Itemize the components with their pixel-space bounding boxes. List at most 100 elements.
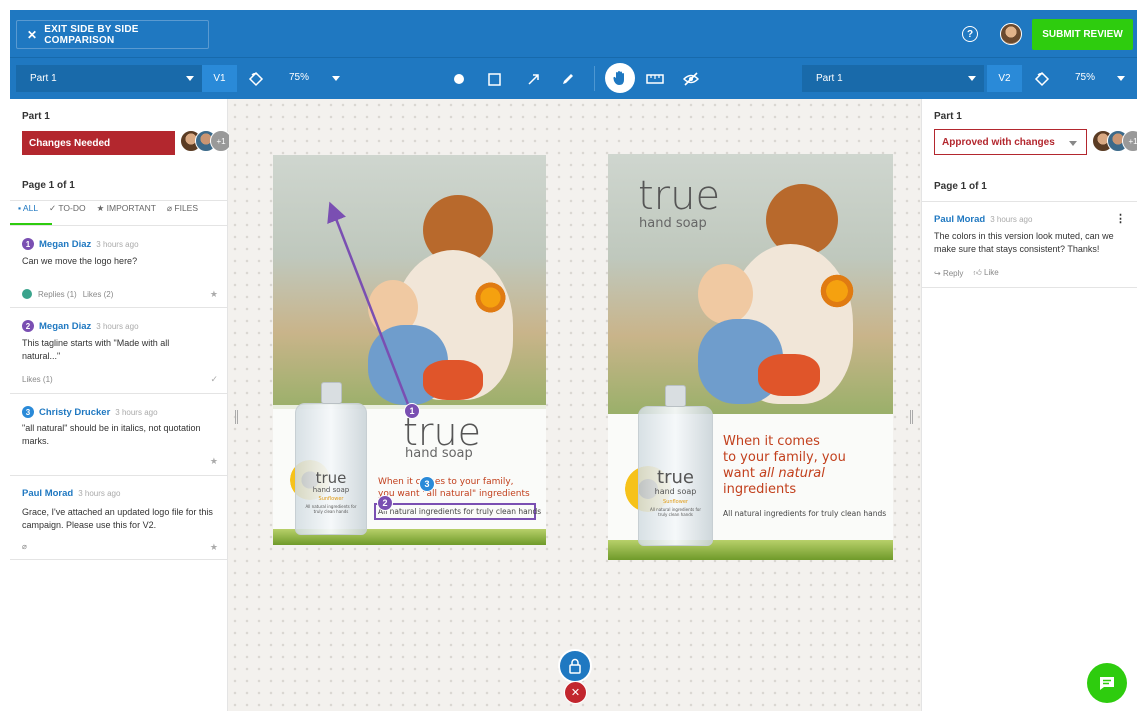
comment-time: 3 hours ago	[78, 489, 121, 498]
ad-logo: true	[638, 173, 721, 219]
likes-link[interactable]: Likes (2)	[83, 290, 114, 299]
tab-important[interactable]: ★ IMPORTANT	[97, 203, 156, 214]
reply-icon: ↪	[934, 268, 941, 278]
comment-footer: Replies (1) Likes (2)	[22, 289, 113, 299]
tab-all[interactable]: ▪ ALL	[18, 203, 38, 214]
hide-annotations-icon[interactable]	[680, 68, 702, 90]
ad-logo-sub: hand soap	[639, 216, 707, 231]
comment-text: Can we move the logo here?	[22, 256, 138, 266]
top-bar: ✕ EXIT SIDE BY SIDE COMPARISON ? SUBMIT …	[10, 10, 1137, 58]
comment-card[interactable]: Paul Morad 3 hours ago Grace, I've attac…	[10, 476, 228, 560]
status-select[interactable]: Approved with changes	[934, 129, 1087, 155]
paperclip-icon[interactable]: ⌀	[22, 542, 27, 551]
check-icon: ✓	[49, 203, 57, 213]
status-badge[interactable]: Changes Needed	[22, 131, 175, 155]
comment-header: 3 Christy Drucker 3 hours ago	[22, 406, 158, 418]
annotation-pin-3[interactable]: 3	[419, 476, 435, 492]
likes-link[interactable]: Likes (1)	[22, 375, 53, 384]
comment-card[interactable]: 2 Megan Diaz 3 hours ago This tagline st…	[10, 308, 228, 394]
ad-tagline-want: want	[723, 466, 760, 481]
left-version-badge[interactable]: V1	[202, 65, 237, 92]
comment-author[interactable]: Christy Drucker	[39, 407, 110, 418]
user-avatar[interactable]	[1000, 23, 1022, 45]
check-icon[interactable]: ✓	[210, 374, 218, 385]
comment-number: 2	[22, 320, 34, 332]
right-part-title: Part 1	[934, 111, 962, 122]
rotate-icon[interactable]	[245, 68, 267, 90]
comment-author[interactable]: Paul Morad	[22, 488, 73, 499]
circle-tool-icon[interactable]	[448, 68, 470, 90]
divider	[10, 200, 228, 201]
comment-author[interactable]: Paul Morad	[934, 214, 985, 225]
chevron-down-icon	[1069, 141, 1077, 146]
annotation-pin-1[interactable]: 1	[404, 403, 420, 419]
comment-author[interactable]: Megan Diaz	[39, 239, 91, 250]
rotate-icon[interactable]	[1031, 68, 1053, 90]
left-zoom-value[interactable]: 75%	[289, 72, 309, 83]
reviewer-avatars[interactable]: +1	[1092, 130, 1137, 152]
soap-pump	[664, 385, 687, 407]
left-part-title: Part 1	[22, 111, 50, 122]
right-part-select-value: Part 1	[816, 73, 843, 84]
hand-tool-icon[interactable]	[605, 63, 635, 93]
comment-text: "all natural" should be in italics, not …	[22, 423, 201, 446]
chat-button[interactable]	[1087, 663, 1127, 703]
comment-footer: ↪ Reply 👍︎ Like	[934, 268, 999, 278]
right-part-select[interactable]: Part 1	[802, 65, 984, 92]
reply-label: Reply	[942, 268, 964, 278]
right-zoom-chevron-icon[interactable]	[1117, 76, 1125, 81]
ruler-icon[interactable]	[644, 68, 666, 90]
comment-footer: Likes (1)	[22, 375, 53, 384]
comment-header: 1 Megan Diaz 3 hours ago	[22, 238, 139, 250]
comment-card[interactable]: 1 Megan Diaz 3 hours ago Can we move the…	[10, 226, 228, 308]
ad-photo-gloves	[758, 354, 820, 396]
close-button[interactable]: ✕	[564, 681, 587, 704]
more-options-icon[interactable]: ⋮	[1115, 212, 1126, 225]
comment-time: 3 hours ago	[115, 407, 158, 417]
annotation-pin-2[interactable]: 2	[377, 495, 393, 511]
exit-comparison-button[interactable]: ✕ EXIT SIDE BY SIDE COMPARISON	[16, 20, 209, 49]
comment-author[interactable]: Megan Diaz	[39, 321, 91, 332]
ad-photo-child	[698, 264, 753, 324]
ad-tagline-line4: ingredients	[723, 482, 797, 497]
thumbs-up-icon: 👍︎	[973, 268, 982, 277]
more-reviewers-badge: +1	[1122, 130, 1137, 152]
comment-header: Paul Morad 3 hours ago	[22, 488, 120, 499]
submit-review-button[interactable]: SUBMIT REVIEW	[1032, 19, 1133, 50]
left-part-select[interactable]: Part 1	[16, 65, 202, 92]
comment-card[interactable]: 3 Christy Drucker 3 hours ago "all natur…	[10, 394, 228, 476]
left-part-select-value: Part 1	[30, 73, 57, 84]
comment-text: This tagline starts with "Made with all …	[22, 338, 170, 361]
arrow-tool-icon[interactable]	[522, 68, 544, 90]
star-icon[interactable]: ★	[210, 289, 218, 300]
lock-sync-button[interactable]	[558, 649, 592, 683]
comparison-toolbar: Part 1 V1 75% Part 1 V2 75%	[10, 58, 1137, 99]
star-icon[interactable]: ★	[210, 542, 218, 553]
proof-v2[interactable]: true hand soap true hand soap Sunflower …	[608, 154, 893, 560]
comment-header: Paul Morad 3 hours ago	[934, 214, 1032, 225]
right-comment-panel: Part 1 Approved with changes +1 Page 1 o…	[921, 99, 1137, 711]
reviewer-avatars[interactable]: +1	[180, 130, 232, 152]
soap-bottle: true hand soap Sunflower All natural ing…	[638, 385, 713, 546]
comment-card[interactable]: Paul Morad 3 hours ago ⋮ The colors in t…	[922, 202, 1137, 288]
left-comment-panel: Part 1 Changes Needed +1 Page 1 of 1 ▪ A…	[10, 99, 232, 711]
comment-header: 2 Megan Diaz 3 hours ago	[22, 320, 139, 332]
comparison-canvas[interactable]: true hand soap Sunflower All natural ing…	[229, 99, 920, 711]
star-icon[interactable]: ★	[210, 456, 218, 467]
right-version-badge[interactable]: V2	[987, 65, 1022, 92]
replies-link[interactable]: Replies (1)	[38, 290, 77, 299]
annotation-arrow-line[interactable]	[327, 201, 413, 413]
reply-link[interactable]: ↪ Reply	[934, 269, 963, 278]
help-icon[interactable]: ?	[962, 26, 978, 42]
tab-files[interactable]: ⌀ FILES	[167, 203, 198, 214]
pencil-tool-icon[interactable]	[557, 68, 579, 90]
bottle-variant: Sunflower	[663, 499, 688, 505]
tab-all-label: ALL	[22, 203, 39, 213]
tab-todo[interactable]: ✓ TO-DO	[49, 203, 86, 214]
comment-time: 3 hours ago	[990, 215, 1033, 224]
lock-icon	[569, 658, 581, 674]
left-zoom-chevron-icon[interactable]	[332, 76, 340, 81]
rectangle-tool-icon[interactable]	[483, 68, 505, 90]
like-link[interactable]: 👍︎ Like	[973, 268, 998, 278]
right-zoom-value[interactable]: 75%	[1075, 72, 1095, 83]
